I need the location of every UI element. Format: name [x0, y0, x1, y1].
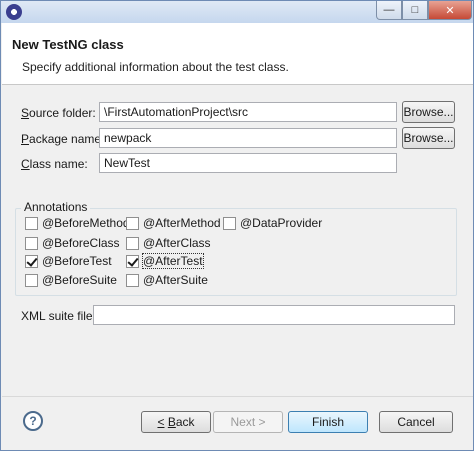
next-button[interactable]: Next >	[213, 411, 283, 433]
checkbox-box[interactable]	[25, 216, 38, 230]
after-method-checkbox[interactable]: @AfterMethod	[126, 216, 221, 230]
before-suite-checkbox[interactable]: @BeforeSuite	[25, 273, 117, 287]
class-name-label: Class name:	[21, 157, 88, 171]
dialog-title: New TestNG class	[12, 37, 124, 52]
maximize-button[interactable]: □	[402, 1, 428, 20]
annotations-group-title: Annotations	[21, 200, 91, 214]
back-button[interactable]: < Back	[141, 411, 211, 433]
checkbox-label: @BeforeTest	[42, 254, 112, 268]
title-bar: — □ ✕	[1, 1, 473, 23]
minimize-button[interactable]: —	[376, 1, 402, 20]
xml-suite-file-input[interactable]	[93, 305, 455, 325]
checkbox-box[interactable]	[126, 216, 139, 230]
before-class-checkbox[interactable]: @BeforeClass	[25, 236, 120, 250]
before-test-checkbox[interactable]: @BeforeTest	[25, 254, 112, 268]
dialog-description: Specify additional information about the…	[22, 60, 289, 74]
footer-separator	[2, 396, 473, 397]
checkbox-box[interactable]	[126, 273, 139, 287]
source-folder-label: Source folder:	[21, 106, 96, 120]
checkbox-box[interactable]	[126, 236, 139, 250]
before-method-checkbox[interactable]: @BeforeMethod	[25, 216, 130, 230]
checkbox-box[interactable]	[25, 236, 38, 250]
checkbox-box[interactable]	[223, 216, 236, 230]
eclipse-icon	[6, 4, 22, 20]
after-test-checkbox[interactable]: @AfterTest	[126, 253, 204, 269]
checkbox-label: @DataProvider	[240, 216, 323, 230]
cancel-button[interactable]: Cancel	[379, 411, 453, 433]
after-suite-checkbox[interactable]: @AfterSuite	[126, 273, 208, 287]
checkbox-box[interactable]	[126, 254, 139, 268]
checkbox-label: @AfterSuite	[143, 273, 208, 287]
checkbox-label: @AfterMethod	[143, 216, 221, 230]
package-name-input[interactable]: newpack	[99, 128, 397, 148]
finish-button[interactable]: Finish	[288, 411, 368, 433]
checkbox-label: @AfterClass	[143, 236, 211, 250]
after-class-checkbox[interactable]: @AfterClass	[126, 236, 211, 250]
checkbox-box[interactable]	[25, 254, 38, 268]
package-name-label: Package name:	[21, 132, 105, 146]
package-name-browse-button[interactable]: Browse...	[402, 127, 455, 149]
checkbox-label: @BeforeMethod	[42, 216, 130, 230]
checkbox-label: @BeforeClass	[42, 236, 120, 250]
header-banner: New TestNG class Specify additional info…	[2, 23, 473, 85]
class-name-input[interactable]: NewTest	[99, 153, 397, 173]
help-icon[interactable]: ?	[23, 411, 43, 431]
checkbox-label: @AfterTest	[142, 253, 204, 269]
source-folder-input[interactable]: \FirstAutomationProject\src	[99, 102, 397, 122]
new-testng-class-dialog: — □ ✕ New TestNG class Specify additiona…	[0, 0, 474, 451]
data-provider-checkbox[interactable]: @DataProvider	[223, 216, 322, 230]
checkbox-label: @BeforeSuite	[42, 273, 117, 287]
close-button[interactable]: ✕	[428, 1, 472, 20]
source-folder-browse-button[interactable]: Browse...	[402, 101, 455, 123]
checkbox-box[interactable]	[25, 273, 38, 287]
xml-suite-file-label: XML suite file:	[21, 309, 96, 323]
